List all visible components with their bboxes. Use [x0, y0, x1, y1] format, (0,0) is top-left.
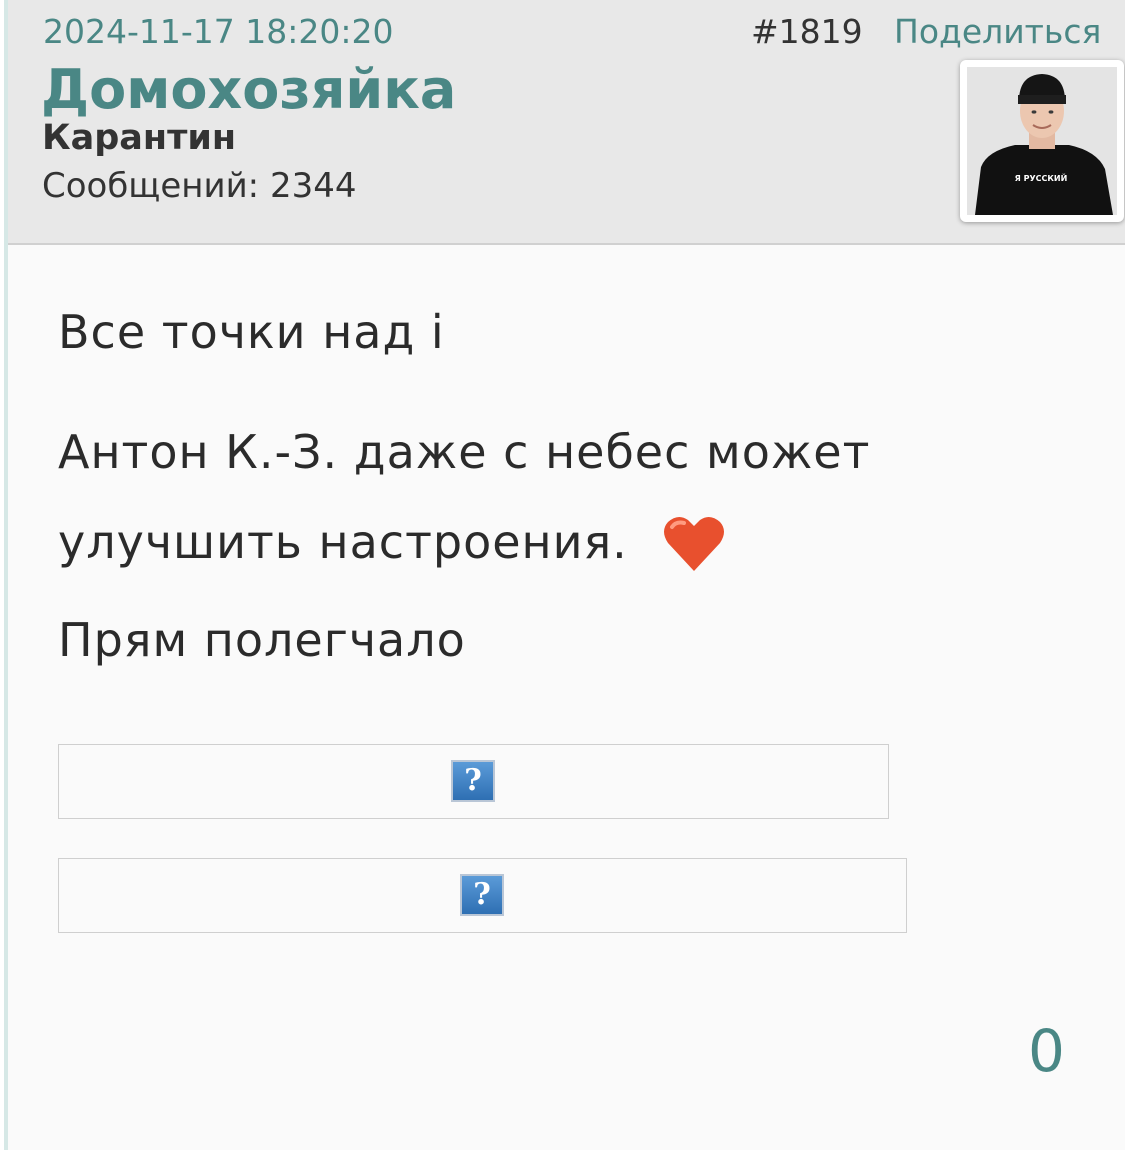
broken-image-icon: ? [451, 760, 495, 802]
post-header: 2024-11-17 18:20:20 #1819 Поделиться Дом… [8, 0, 1125, 245]
post-text-line: улучшить настроения. [58, 515, 628, 569]
avatar-shirt-text: Я РУССКИЙ [1015, 172, 1068, 183]
heart-icon [664, 516, 724, 571]
avatar-photo: Я РУССКИЙ [967, 67, 1117, 215]
post-text-line: Антон К.-З. даже с небес может [58, 425, 871, 479]
embedded-image-broken[interactable]: ? [58, 744, 889, 819]
like-counter[interactable]: 0 [1028, 1017, 1065, 1085]
post-text-line: Все точки над і [58, 305, 445, 359]
post-number-link[interactable]: #1819 [751, 12, 863, 51]
forum-post: 2024-11-17 18:20:20 #1819 Поделиться Дом… [4, 0, 1125, 1150]
author-posts-count: Сообщений: 2344 [42, 166, 357, 206]
embedded-image-broken[interactable]: ? [58, 858, 907, 933]
post-text-line: Прям полегчало [58, 613, 466, 667]
broken-image-icon: ? [460, 874, 504, 916]
author-name-link[interactable]: Домохозяйка [41, 58, 456, 121]
post-timestamp: 2024-11-17 18:20:20 [43, 12, 394, 51]
share-link[interactable]: Поделиться [894, 12, 1101, 51]
avatar[interactable]: Я РУССКИЙ [960, 60, 1124, 222]
post-body: Все точки над і Антон К.-З. даже с небес… [8, 245, 1125, 1150]
author-status: Карантин [42, 118, 237, 158]
